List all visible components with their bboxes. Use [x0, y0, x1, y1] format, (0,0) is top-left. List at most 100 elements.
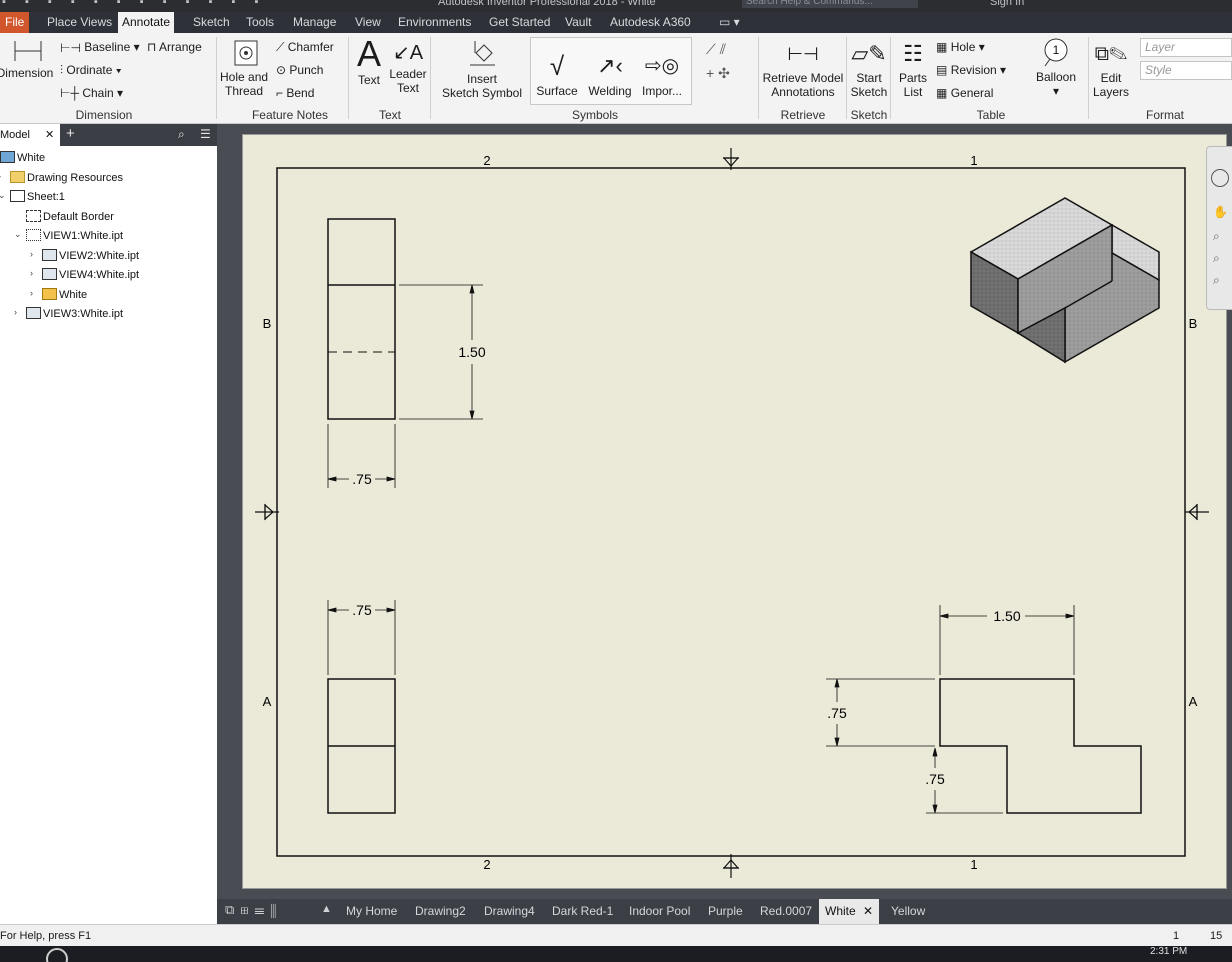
tree-item-default-border[interactable]: Default Border [26, 210, 114, 223]
expand-icon[interactable]: › [30, 288, 33, 298]
parts-list-button[interactable]: ☷ Parts List [896, 37, 930, 99]
doc-tab-indoor-pool[interactable]: Indoor Pool [629, 899, 690, 924]
close-icon[interactable]: ✕ [45, 129, 54, 141]
tree-item-sheet-1[interactable]: ⌄ Sheet:1 [0, 190, 65, 203]
revision-table-button[interactable]: ▤ Revision ▾ [936, 63, 1006, 77]
tab-tools[interactable]: Tools [242, 12, 278, 33]
text-icon: A [356, 33, 381, 74]
help-search-input[interactable]: Search Help & Commands... [742, 0, 918, 8]
punch-button[interactable]: ⊙ Punch [276, 63, 323, 77]
general-table-label: General [950, 86, 994, 100]
tab-model[interactable]: Model ✕ [0, 124, 60, 146]
doc-tab-drawing2[interactable]: Drawing2 [415, 899, 466, 924]
doc-tab-white[interactable]: White ✕ [819, 899, 880, 924]
navigation-bar: ✋ ⌕ ⌕ ⌕ [1206, 146, 1232, 310]
zone-row-a-right: A [1189, 694, 1198, 709]
retrieve-annotations-button[interactable]: ⊢⊣ Retrieve Model Annotations [762, 37, 844, 99]
retrieve-label-1: Retrieve Model [762, 71, 844, 85]
tab-autodesk-a360[interactable]: Autodesk A360 [606, 12, 695, 33]
dim-side-height[interactable]: 1.50 [458, 344, 485, 360]
steering-wheel-icon[interactable] [1211, 169, 1229, 187]
expand-icon[interactable]: › [30, 268, 33, 278]
tab-environments[interactable]: Environments [394, 12, 475, 33]
doc-tab-red-0007[interactable]: Red.0007 [760, 899, 812, 924]
zoom-window-icon[interactable]: ⌕ [1213, 251, 1220, 266]
tree-item-view2[interactable]: › VIEW2:White.ipt [30, 249, 139, 262]
surface-button[interactable]: √ Surface [535, 48, 579, 98]
graphics-window[interactable]: 2 1 2 1 B B A A 1.50 .75 .75 1.50 .75 .7… [217, 124, 1232, 899]
tab-view[interactable]: View [351, 12, 385, 33]
general-table-button[interactable]: ▦ General [936, 86, 993, 100]
tab-sketch[interactable]: Sketch [189, 12, 234, 33]
hole-table-button[interactable]: ▦ Hole ▾ [936, 40, 985, 54]
arrange-button[interactable]: ⊓ Arrange [147, 40, 202, 54]
dim-side-width[interactable]: .75 [352, 471, 372, 487]
layer-combo[interactable]: Layer [1140, 38, 1232, 57]
dim-front-h1[interactable]: .75 [827, 705, 847, 721]
tree-item-view3[interactable]: › VIEW3:White.ipt [14, 307, 123, 320]
document-list-icon[interactable]: ▲ [321, 903, 332, 915]
bend-button[interactable]: ⌐ Bend [276, 86, 314, 100]
collapse-icon[interactable]: ⌄ [14, 229, 22, 240]
search-icon[interactable]: ⌕ [178, 127, 185, 142]
group-retrieve: Retrieve [780, 108, 826, 122]
sign-in-link[interactable]: Sign In [990, 0, 1024, 8]
tree-label: Sheet:1 [27, 191, 65, 203]
datum-tools[interactable]: ⟋ ⫽ + ✣ [706, 37, 730, 85]
quick-access-toolbar[interactable]: ▪ ▪ ▪ ▪ ▪ ▪ ▪ ▪ ▪ ▪ ▪ ▪ [2, 0, 266, 8]
dimension-button[interactable]: Dimension [0, 37, 54, 80]
cortana-icon[interactable] [46, 948, 68, 962]
expand-icon[interactable]: › [30, 249, 33, 259]
dim-front-width[interactable]: 1.50 [993, 608, 1020, 624]
add-tab-icon[interactable]: + [66, 125, 75, 142]
doc-tab-dark-red-1[interactable]: Dark Red-1 [552, 899, 613, 924]
tree-item-white-part[interactable]: › White [30, 288, 88, 301]
tile-layout-icons[interactable]: ⧉⊞☰⫼ [225, 902, 282, 918]
tab-annotate[interactable]: Annotate [118, 12, 175, 33]
pan-icon[interactable]: ✋ [1213, 205, 1228, 219]
doc-tab-my-home[interactable]: My Home [346, 899, 397, 924]
hole-thread-button[interactable]: Hole and Thread [220, 37, 268, 98]
edit-layers-button[interactable]: ⧉✎ Edit Layers [1092, 37, 1130, 99]
zoom-all-icon[interactable]: ⌕ [1213, 273, 1220, 288]
dim-front-h2[interactable]: .75 [925, 771, 945, 787]
doc-tab-yellow[interactable]: Yellow [891, 899, 925, 924]
balloon-button[interactable]: 1 Balloon ▾ [1030, 37, 1082, 98]
chain-button[interactable]: ⊢┼ Chain ▾ [60, 86, 123, 100]
drawing-sheet[interactable]: 2 1 2 1 B B A A 1.50 .75 .75 1.50 .75 .7… [242, 134, 1227, 889]
import-symbol-button[interactable]: ⇨◎ Impor... [639, 48, 685, 98]
baseline-button[interactable]: ⊢⊣ Baseline ▾ [60, 40, 140, 55]
balloon-dropdown-icon: ▾ [1052, 84, 1060, 98]
doc-tab-drawing4[interactable]: Drawing4 [484, 899, 535, 924]
tree-item-white[interactable]: White [0, 151, 45, 164]
tab-file[interactable]: File [0, 12, 30, 33]
text-button[interactable]: A Text [354, 33, 384, 88]
zoom-icon[interactable]: ⌕ [1213, 229, 1220, 244]
style-combo[interactable]: Style [1140, 61, 1232, 80]
expand-icon[interactable]: › [14, 307, 17, 317]
start-sketch-button[interactable]: ▱✎ Start Sketch [850, 37, 888, 99]
chamfer-button[interactable]: ⟋ Chamfer [276, 40, 334, 55]
expand-icon[interactable]: › [0, 171, 1, 181]
menu-icon[interactable]: ☰ [200, 127, 211, 141]
balloon-number: 1 [1053, 43, 1060, 57]
welding-button[interactable]: ↗‹ Welding [585, 48, 635, 98]
tab-overflow-icon[interactable]: ▭ ▾ [715, 12, 744, 33]
tree-item-view1[interactable]: ⌄ VIEW1:White.ipt [14, 229, 123, 242]
tab-manage[interactable]: Manage [289, 12, 340, 33]
insert-sketch-symbol-button[interactable]: Insert Sketch Symbol [440, 39, 524, 100]
tree-item-drawing-resources[interactable]: › Drawing Resources [0, 171, 123, 184]
leader-text-button[interactable]: ↙A Leader Text [388, 39, 428, 95]
collapse-icon[interactable]: ⌄ [0, 190, 6, 201]
doc-tab-purple[interactable]: Purple [708, 899, 743, 924]
tab-get-started[interactable]: Get Started [485, 12, 554, 33]
tree-item-view4[interactable]: › VIEW4:White.ipt [30, 268, 139, 281]
ordinate-button[interactable]: ⫶ Ordinate ▾ [60, 63, 122, 78]
view-icon [26, 229, 41, 241]
dimension-icon [14, 41, 42, 61]
close-icon[interactable]: ✕ [863, 904, 873, 918]
tab-vault[interactable]: Vault [561, 12, 595, 33]
tab-place-views[interactable]: Place Views [43, 12, 116, 33]
dim-bottom-width[interactable]: .75 [352, 602, 372, 618]
tree-label: White [59, 289, 88, 301]
